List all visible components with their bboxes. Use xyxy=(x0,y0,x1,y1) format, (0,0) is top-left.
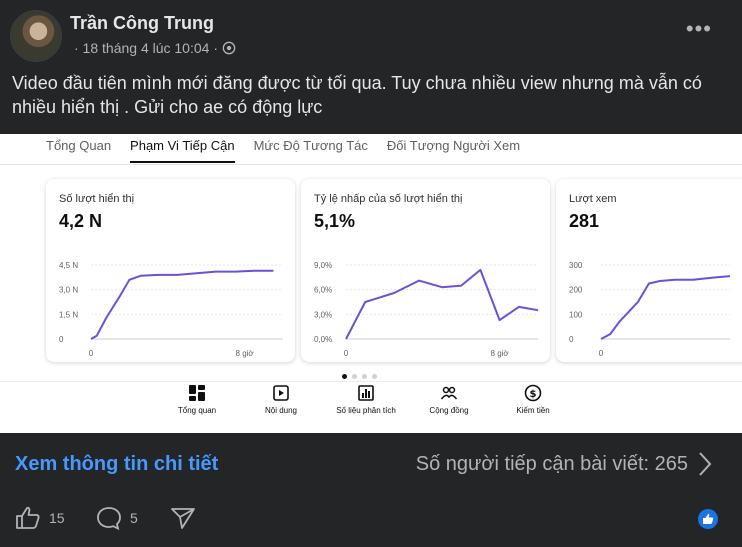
tab-reach: Phạm Vi Tiếp Cận xyxy=(130,138,235,163)
y-tick-label: 3,0% xyxy=(314,310,332,319)
tab-overview: Tổng Quan xyxy=(46,138,112,153)
y-tick-label: 9,0% xyxy=(314,261,332,270)
y-tick-label: 0 xyxy=(569,335,574,344)
y-tick-label: 4,5 N xyxy=(59,261,78,270)
comment-count: 5 xyxy=(130,510,138,526)
ctr-chart: 0,0% 3,0% 6,0% 9,0% 0 8 giờ xyxy=(314,261,539,358)
nav-earn: $ Kiếm tiền xyxy=(493,384,573,415)
thumbs-up-icon xyxy=(16,506,40,529)
reaction-like-icon[interactable] xyxy=(698,509,718,529)
x-tick-label: 0 xyxy=(89,349,94,358)
carousel-dot xyxy=(372,374,377,379)
y-tick-label: 200 xyxy=(569,286,583,295)
content-icon xyxy=(273,385,289,401)
carousel-dots xyxy=(342,374,377,379)
share-icon xyxy=(171,508,195,529)
card-value: 5,1% xyxy=(314,211,356,231)
y-tick-label: 0,0% xyxy=(314,335,332,344)
card-title: Tỷ lệ nhấp của số lượt hiển thị xyxy=(314,193,463,205)
nav-label: Tổng quan xyxy=(177,406,217,415)
tab-engagement: Mức Độ Tương Tác xyxy=(253,138,368,153)
post-reach-text[interactable]: Số người tiếp cận bài viết: 265 xyxy=(416,453,688,476)
nav-analytics: Số liệu phân tích xyxy=(326,384,406,415)
analytics-icon xyxy=(358,385,374,401)
series-line xyxy=(345,268,539,340)
x-tick-label: 0 xyxy=(344,349,349,358)
carousel-dot xyxy=(352,374,357,379)
studio-bottom-nav: Tổng quan Nội dung Số liệu phân tích Cộn… xyxy=(0,384,742,429)
nav-label: Số liệu phân tích xyxy=(336,406,396,415)
nav-label: Kiếm tiền xyxy=(516,406,550,415)
nav-divider xyxy=(0,381,742,382)
like-button[interactable]: 15 xyxy=(15,506,65,530)
post-timestamp[interactable]: · 18 tháng 4 lúc 10:04 · xyxy=(74,40,218,56)
post-meta: · 18 tháng 4 lúc 10:04 · xyxy=(74,40,236,56)
card-value: 281 xyxy=(569,211,600,231)
y-tick-label: 1,5 N xyxy=(59,310,78,319)
x-tick-label: 8 giờ xyxy=(491,349,510,358)
impressions-chart: 0 1,5 N 3,0 N 4,5 N 0 8 giờ xyxy=(59,261,283,358)
nav-dashboard: Tổng quan xyxy=(157,384,237,415)
y-tick-label: 100 xyxy=(569,310,583,319)
views-card: Lượt xem 281 0 100 200 300 0 xyxy=(556,179,742,362)
ctr-card: Tỷ lệ nhấp của số lượt hiển thị 5,1% 0,0… xyxy=(301,179,550,362)
like-count: 15 xyxy=(49,510,65,526)
community-icon xyxy=(440,386,458,400)
y-tick-label: 3,0 N xyxy=(59,286,78,295)
post-header: Trần Công Trung · 18 tháng 4 lúc 10:04 ·… xyxy=(0,0,742,70)
nav-label: Nội dung xyxy=(264,406,298,415)
globe-icon xyxy=(222,41,236,55)
see-details-link[interactable]: Xem thông tin chi tiết xyxy=(15,453,218,476)
y-tick-label: 0 xyxy=(59,335,64,344)
comment-button[interactable]: 5 xyxy=(96,506,138,530)
y-tick-label: 300 xyxy=(569,261,583,270)
nav-content: Nội dung xyxy=(241,384,321,415)
earn-icon: $ xyxy=(524,384,542,402)
y-tick-label: 6,0% xyxy=(314,286,332,295)
author-name[interactable]: Trần Công Trung xyxy=(70,13,214,34)
chevron-right-icon[interactable] xyxy=(698,451,712,477)
comment-icon xyxy=(97,507,121,530)
avatar[interactable] xyxy=(12,12,60,60)
tab-audience: Đối Tượng Người Xem xyxy=(386,138,521,153)
share-button[interactable] xyxy=(170,506,196,530)
post-caption: Video đầu tiên mình mới đăng được từ tối… xyxy=(12,73,702,117)
nav-community: Cộng đồng xyxy=(409,384,489,415)
series-line xyxy=(600,275,731,340)
impressions-card: Số lượt hiển thị 4,2 N 0 1,5 N 3,0 N 4,5 N0… xyxy=(46,179,295,362)
card-title: Lượt xem xyxy=(569,193,617,205)
card-value: 4,2 N xyxy=(59,211,103,231)
series-line xyxy=(90,269,274,340)
card-title: Số lượt hiển thị xyxy=(59,193,135,205)
tabs-divider xyxy=(0,164,742,165)
svg-text:$: $ xyxy=(530,389,537,400)
carousel-dot xyxy=(342,374,347,379)
dashboard-icon xyxy=(189,385,205,401)
x-tick-label: 0 xyxy=(599,349,604,358)
thumbs-up-icon xyxy=(703,513,714,524)
nav-label: Cộng đồng xyxy=(429,406,469,415)
more-options-button[interactable]: ••• xyxy=(686,18,712,40)
post-actions: 15 5 xyxy=(0,495,742,547)
analytics-screenshot[interactable]: Tổng Quan Phạm Vi Tiếp Cận Mức Độ Tương … xyxy=(0,134,742,433)
views-chart: 0 100 200 300 0 xyxy=(569,261,731,358)
x-tick-label: 8 giờ xyxy=(236,349,255,358)
analytics-tabs: Tổng Quan Phạm Vi Tiếp Cận Mức Độ Tương … xyxy=(46,138,539,163)
insights-bar: Xem thông tin chi tiết Số người tiếp cận… xyxy=(0,433,742,495)
carousel-dot xyxy=(362,374,367,379)
